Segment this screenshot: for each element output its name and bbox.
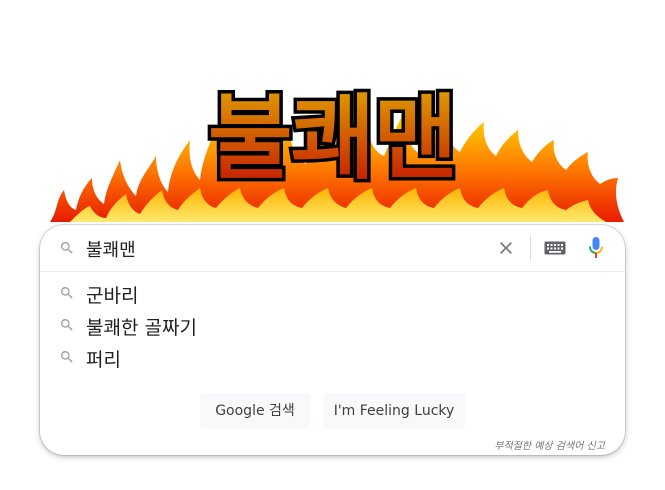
suggestion-item[interactable]: 군바리 <box>40 277 625 309</box>
suggestion-label: 퍼리 <box>86 349 121 371</box>
google-search-button[interactable]: Google 검색 <box>200 393 310 429</box>
feeling-lucky-button[interactable]: I'm Feeling Lucky <box>323 393 465 429</box>
microphone-icon[interactable] <box>587 236 605 260</box>
keyboard-icon[interactable] <box>544 240 566 256</box>
search-icon <box>60 242 73 254</box>
search-icon <box>60 319 73 331</box>
logo: 불쾌맨 <box>40 60 625 235</box>
suggestion-label: 불쾌한 골짜기 <box>86 317 197 339</box>
search-input[interactable]: 불쾌맨 <box>86 236 136 262</box>
search-divider <box>530 235 531 261</box>
search-bar: 불쾌맨 <box>40 225 625 272</box>
suggestion-item[interactable]: 퍼리 <box>40 341 625 373</box>
suggestion-item[interactable]: 불쾌한 골짜기 <box>40 309 625 341</box>
report-predictions-link[interactable]: 부적절한 예상 검색어 신고 <box>494 437 605 452</box>
suggestion-label: 군바리 <box>86 285 139 307</box>
search-icon <box>60 351 73 363</box>
search-box: 불쾌맨 군바리 불쾌한 골짜기 퍼리 Google 검색 I'm Feeling… <box>40 225 625 455</box>
logo-wordmark: 불쾌맨 <box>208 85 456 192</box>
search-icon <box>60 287 73 299</box>
close-icon[interactable] <box>496 238 516 258</box>
